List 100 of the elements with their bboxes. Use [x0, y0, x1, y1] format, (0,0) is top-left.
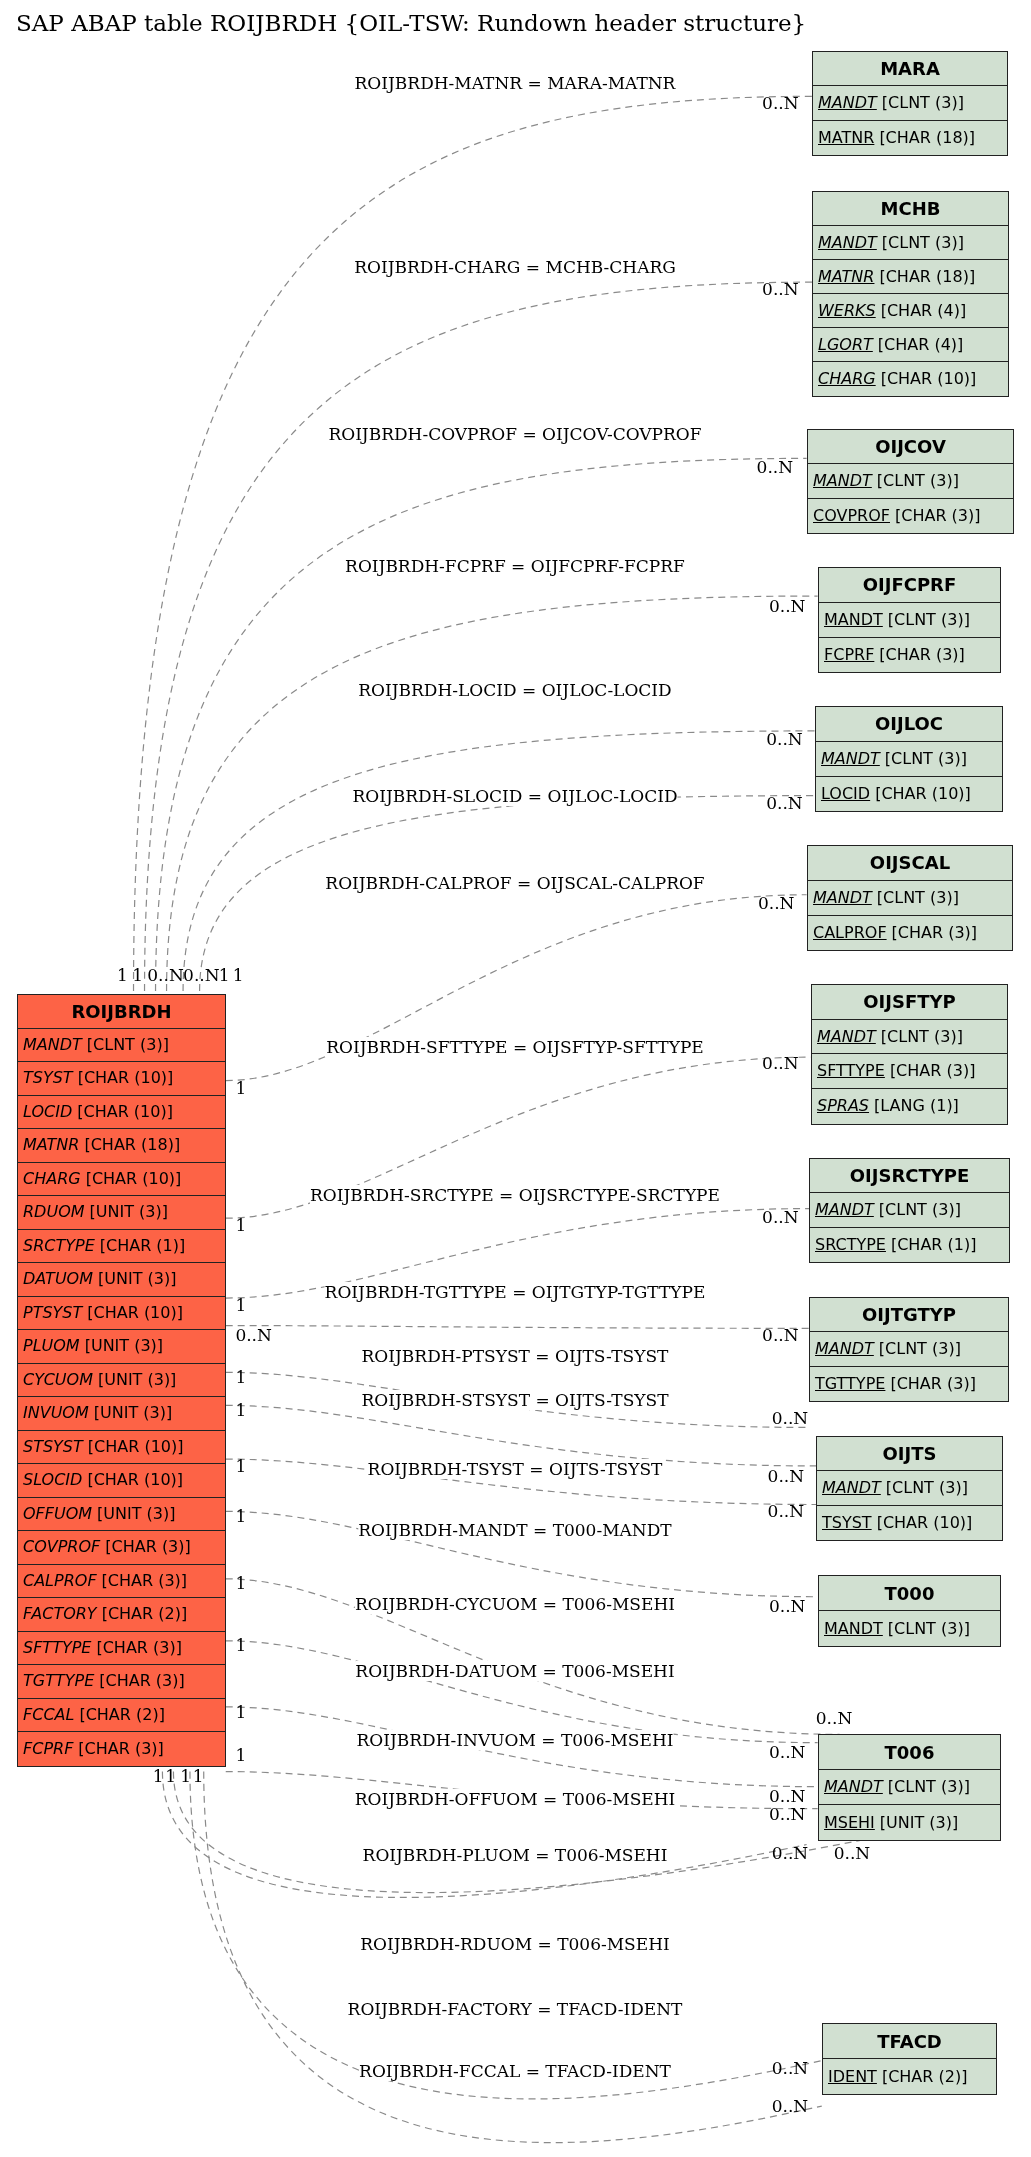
field-type: [CHAR (1)] — [890, 1233, 977, 1256]
field-name: TSYST — [23, 1067, 73, 1090]
field-name: MANDT — [824, 1617, 883, 1640]
field-type: [CHAR (10)] — [876, 1511, 973, 1534]
cardinality-label: 1 — [218, 964, 230, 985]
field-type: [CHAR (10)] — [87, 1469, 184, 1492]
cardinality-label: 1 — [235, 1295, 247, 1316]
field-name: CALPROF — [813, 922, 887, 944]
field-type: [CLNT (3)] — [887, 1776, 970, 1798]
cardinality-label: 0..N — [768, 1804, 806, 1825]
field-name: MSEHI — [824, 1811, 875, 1834]
field-name: MANDT — [824, 1776, 883, 1798]
field-name: MATNR — [23, 1134, 80, 1157]
field-name: MANDT — [821, 747, 880, 770]
table-header: OIJSCAL — [808, 846, 1012, 881]
field-type: [UNIT (3)] — [97, 1502, 176, 1525]
table-header: OIJFCPRF — [819, 568, 1000, 603]
field-name: COVPROF — [813, 504, 890, 527]
field-type: [CHAR (2)] — [79, 1703, 165, 1726]
field-type: [CHAR (3)] — [889, 1060, 976, 1083]
cardinality-label: 0..N — [767, 1501, 805, 1522]
field-name: TSYST — [822, 1511, 872, 1534]
field-type: [UNIT (3)] — [879, 1811, 959, 1834]
cardinality-label: 0..N — [766, 792, 803, 813]
cardinality-label: 1 — [235, 1505, 247, 1526]
cardinality-label: 0..N — [768, 595, 806, 616]
field-type: [CHAR (10)] — [87, 1301, 183, 1324]
field-type: [CHAR (2)] — [881, 2065, 968, 2088]
field-name: RDUOM — [23, 1201, 85, 1224]
field-type: [CHAR (18)] — [879, 265, 976, 288]
field-type: [CLNT (3)] — [878, 1199, 961, 1222]
field-type: [CLNT (3)] — [86, 1033, 169, 1056]
field-name: CHARG — [818, 368, 876, 390]
table-header: OIJSFTYP — [812, 985, 1007, 1020]
cardinality-label: 0..N — [762, 1052, 799, 1073]
field-name: MANDT — [815, 1199, 874, 1222]
field-type: [CHAR (3)] — [895, 504, 981, 527]
field-type: [CHAR (10)] — [77, 1100, 173, 1123]
field-name: FCPRF — [824, 644, 875, 666]
relation-label: ROIJBRDH-STSYST = OIJTS-TSYST — [361, 1390, 669, 1411]
field-name: MANDT — [824, 608, 883, 631]
field-name: INVUOM — [23, 1402, 89, 1425]
cardinality-label: 1 — [165, 1765, 176, 1786]
field-name: MANDT — [813, 470, 872, 493]
field-type: [UNIT (3)] — [93, 1402, 173, 1425]
field-name: TGTTYPE — [815, 1372, 886, 1395]
field-name: MATNR — [818, 265, 875, 288]
field-type: [CHAR (10)] — [875, 783, 971, 805]
field-type: [CLNT (3)] — [884, 747, 967, 770]
field-type: [CLNT (3)] — [887, 608, 970, 631]
field-type: [CHAR (3)] — [890, 1372, 976, 1395]
field-name: SLOCID — [23, 1469, 83, 1492]
relation-label: ROIJBRDH-INVUOM = T006-MSEHI — [356, 1730, 674, 1751]
cardinality-label: 0..N — [771, 2057, 809, 2078]
field-name: MANDT — [818, 92, 877, 115]
table-header: OIJLOC — [816, 707, 1002, 742]
cardinality-label: 0..N — [815, 1707, 853, 1728]
cardinality-label: 0..N — [147, 964, 184, 985]
field-type: [CHAR (18)] — [84, 1134, 181, 1157]
field-name: SFTTYPE — [23, 1636, 92, 1659]
cardinality-label: 0..N — [771, 1407, 809, 1428]
table-header: ROIJBRDH — [18, 995, 225, 1029]
cardinality-label: 1 — [235, 1215, 247, 1236]
field-type: [CHAR (3)] — [96, 1636, 182, 1659]
field-type: [CHAR (3)] — [105, 1536, 191, 1559]
cardinality-label: 0..N — [762, 1206, 799, 1227]
field-name: COVPROF — [23, 1536, 101, 1559]
cardinality-label: 1 — [235, 1573, 247, 1594]
diagram-title: SAP ABAP table ROIJBRDH {OIL-TSW: Rundown header structure} — [16, 9, 807, 38]
field-name: MANDT — [815, 1338, 874, 1361]
field-type: [LANG (1)] — [874, 1095, 959, 1118]
cardinality-label: 0..N — [235, 1325, 272, 1346]
relation-label: ROIJBRDH-TSYST = OIJTS-TSYST — [367, 1459, 663, 1480]
relation-label: ROIJBRDH-SFTTYPE = OIJSFTYP-SFTTYPE — [326, 1036, 704, 1057]
field-name: SRCTYPE — [815, 1233, 886, 1256]
field-name: FCCAL — [23, 1703, 75, 1726]
field-name: DATUOM — [23, 1268, 93, 1291]
cardinality-label: 1 — [192, 1765, 204, 1786]
field-type: [CHAR (10)] — [87, 1435, 184, 1458]
field-type: [CHAR (3)] — [78, 1737, 164, 1760]
field-name: SFTTYPE — [817, 1060, 885, 1083]
cardinality-label: 1 — [235, 1702, 247, 1723]
field-name: OFFUOM — [23, 1502, 93, 1525]
field-type: [CHAR (3)] — [879, 644, 965, 666]
field-type: [UNIT (3)] — [97, 1368, 177, 1391]
cardinality-label: 1 — [232, 964, 244, 985]
relation-label: ROIJBRDH-OFFUOM = T006-MSEHI — [354, 1789, 676, 1810]
field-type: [CHAR (10)] — [85, 1167, 182, 1190]
cardinality-label: 0..N — [183, 964, 220, 985]
cardinality-label: 0..N — [833, 1842, 871, 1863]
field-type: [UNIT (3)] — [98, 1268, 177, 1291]
cardinality-label: 1 — [180, 1765, 192, 1786]
cardinality-label: 0..N — [762, 1325, 799, 1346]
cardinality-label: 0..N — [767, 1465, 805, 1486]
field-type: [CLNT (3)] — [878, 1338, 961, 1361]
cardinality-label: 0..N — [768, 1742, 806, 1763]
cardinality-label: 1 — [117, 964, 128, 985]
field-name: SRCTYPE — [23, 1234, 95, 1257]
field-name: CHARG — [23, 1167, 81, 1190]
field-name: TGTTYPE — [23, 1670, 95, 1693]
